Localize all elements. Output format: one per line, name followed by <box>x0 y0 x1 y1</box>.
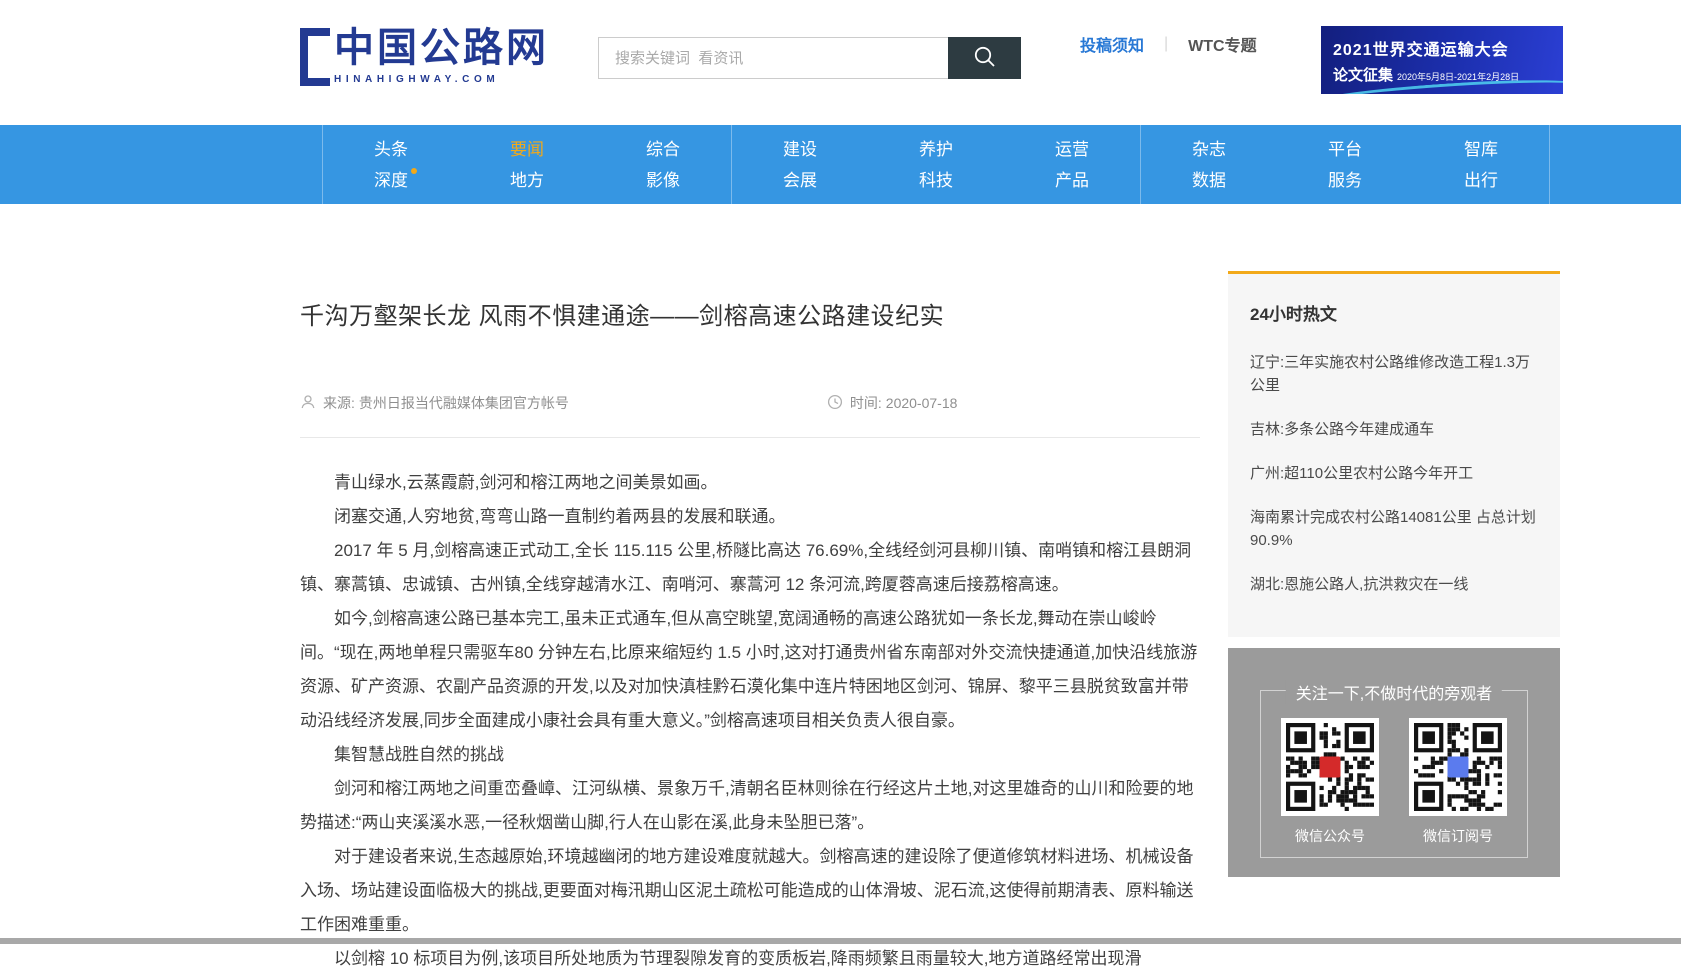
qr-code-subscription <box>1409 718 1507 816</box>
paragraph: 闭塞交通,人穷地贫,弯弯山路一直制约着两县的发展和联通。 <box>300 500 1200 534</box>
nav-label[interactable]: 智库 <box>1464 134 1498 165</box>
article-title: 千沟万壑架长龙 风雨不惧建通途——剑榕高速公路建设纪实 <box>300 296 1200 331</box>
page: 中国公路网 HINAHIGHWAY.COM 投稿须知 | WTC专题 2021世… <box>0 0 1681 944</box>
nav-item-zhiku-chuxing[interactable]: 智库 出行 <box>1413 125 1549 204</box>
nav-label[interactable]: 数据 <box>1192 165 1226 196</box>
logo-subtitle: HINAHIGHWAY.COM <box>334 74 549 85</box>
paragraph: 以剑榕 10 标项目为例,该项目所处地质为节理裂隙发育的变质板岩,降雨频繁且雨量… <box>300 942 1200 976</box>
nav-item-yunying-chanpin[interactable]: 运营 产品 <box>1004 125 1140 204</box>
hot-article-link[interactable]: 广州:超110公里农村公路今年开工 <box>1250 462 1536 485</box>
qr-code-official <box>1281 718 1379 816</box>
nav-item-yaowen-difang[interactable]: 要闻 地方 <box>459 125 595 204</box>
nav-item-jianshe-huizhan[interactable]: 建设 会展 <box>732 125 868 204</box>
nav-item-zonghe-yingxiang[interactable]: 综合 影像 <box>595 125 731 204</box>
wechat-subscription-account: 微信订阅号 <box>1409 718 1507 846</box>
header-links: 投稿须知 | WTC专题 <box>1080 32 1257 56</box>
conference-banner[interactable]: 2021世界交通运输大会 论文征集2020年5月8日-2021年2月28日 <box>1321 26 1563 94</box>
search-input[interactable] <box>598 37 948 79</box>
search-icon <box>972 44 998 73</box>
nav-label[interactable]: 地方 <box>510 165 544 196</box>
nav-group-3: 杂志 数据 平台 服务 智库 出行 <box>1140 125 1550 204</box>
nav-label[interactable]: 平台 <box>1328 134 1362 165</box>
nav-label-active[interactable]: 要闻 <box>510 134 544 165</box>
nav-label[interactable]: 综合 <box>646 134 680 165</box>
hot-article-link[interactable]: 辽宁:三年实施农村公路维修改造工程1.3万公里 <box>1250 351 1536 397</box>
nav-label[interactable]: 养护 <box>919 134 953 165</box>
nav-item-yanghu-keji[interactable]: 养护 科技 <box>868 125 1004 204</box>
paragraph: 集智慧战胜自然的挑战 <box>300 738 1200 772</box>
person-icon <box>300 394 323 413</box>
wtc-topic-link[interactable]: WTC专题 <box>1188 32 1256 56</box>
time-label: 时间: <box>850 393 882 413</box>
wechat-follow-panel: 关注一下,不做时代的旁观者 微信公众号 微信订阅号 <box>1228 648 1560 877</box>
nav-item-toutiao-shendu[interactable]: 头条 深度 <box>323 125 459 204</box>
search-button[interactable] <box>948 37 1021 79</box>
source-value: 贵州日报当代融媒体集团官方帐号 <box>359 393 569 413</box>
paragraph: 青山绿水,云蒸霞蔚,剑河和榕江两地之间美景如画。 <box>300 466 1200 500</box>
article-body: 青山绿水,云蒸霞蔚,剑河和榕江两地之间美景如画。 闭塞交通,人穷地贫,弯弯山路一… <box>300 466 1200 976</box>
paragraph: 2017 年 5 月,剑榕高速正式动工,全长 115.115 公里,桥隧比高达 … <box>300 534 1200 602</box>
nav-label[interactable]: 建设 <box>783 134 817 165</box>
hot-article-link[interactable]: 湖北:恩施公路人,抗洪救灾在一线 <box>1250 573 1536 596</box>
article-meta: 来源: 贵州日报当代融媒体集团官方帐号 时间: 2020-07-18 <box>300 393 1200 413</box>
clock-icon <box>827 394 850 413</box>
banner-title: 2021世界交通运输大会 <box>1333 36 1563 60</box>
hot-articles-title: 24小时热文 <box>1250 300 1536 325</box>
hot-article-link[interactable]: 吉林:多条公路今年建成通车 <box>1250 418 1536 441</box>
source-label: 来源: <box>323 393 355 413</box>
new-dot-icon <box>411 168 417 174</box>
nav-label[interactable]: 杂志 <box>1192 134 1226 165</box>
next-section-edge <box>0 938 1681 944</box>
nav-item-zazhi-shuju[interactable]: 杂志 数据 <box>1141 125 1277 204</box>
nav-label[interactable]: 出行 <box>1464 165 1498 196</box>
nav-group-2: 建设 会展 养护 科技 运营 产品 <box>731 125 1140 204</box>
nav-label[interactable]: 头条 <box>374 134 408 165</box>
qr-label: 微信订阅号 <box>1423 826 1493 846</box>
nav-group-1: 头条 深度 要闻 地方 综合 影像 <box>322 125 731 204</box>
nav-item-pingtai-fuwu[interactable]: 平台 服务 <box>1277 125 1413 204</box>
follow-frame: 关注一下,不做时代的旁观者 微信公众号 微信订阅号 <box>1260 690 1528 858</box>
main-nav: 头条 深度 要闻 地方 综合 影像 建设 会展 养护 <box>0 125 1681 204</box>
nav-label[interactable]: 产品 <box>1055 165 1089 196</box>
hot-articles-panel: 24小时热文 辽宁:三年实施农村公路维修改造工程1.3万公里 吉林:多条公路今年… <box>1228 271 1560 637</box>
logo-bracket-icon <box>300 28 330 86</box>
header: 中国公路网 HINAHIGHWAY.COM 投稿须知 | WTC专题 2021世… <box>0 0 1681 125</box>
nav-label[interactable]: 运营 <box>1055 134 1089 165</box>
submission-notice-link[interactable]: 投稿须知 <box>1080 32 1144 56</box>
nav-label[interactable]: 会展 <box>783 165 817 196</box>
article-time: 时间: 2020-07-18 <box>827 393 958 413</box>
nav-label[interactable]: 深度 <box>374 165 408 196</box>
nav-label[interactable]: 影像 <box>646 165 680 196</box>
article-source: 来源: 贵州日报当代融媒体集团官方帐号 <box>300 393 569 413</box>
paragraph: 对于建设者来说,生态越原始,环境越幽闭的地方建设难度就越大。剑榕高速的建设除了便… <box>300 840 1200 942</box>
follow-title: 关注一下,不做时代的旁观者 <box>1286 680 1502 704</box>
qr-label: 微信公众号 <box>1295 826 1365 846</box>
paragraph: 剑河和榕江两地之间重峦叠嶂、江河纵横、景象万千,清朝名臣林则徐在行经这片土地,对… <box>300 772 1200 840</box>
search-bar <box>598 37 1021 79</box>
site-logo[interactable]: 中国公路网 HINAHIGHWAY.COM <box>300 24 549 86</box>
header-links-separator: | <box>1164 35 1168 53</box>
nav-label[interactable]: 服务 <box>1328 165 1362 196</box>
hot-article-link[interactable]: 海南累计完成农村公路14081公里 占总计划90.9% <box>1250 506 1536 552</box>
article-divider <box>300 437 1200 438</box>
wechat-official-account: 微信公众号 <box>1281 718 1379 846</box>
time-value: 2020-07-18 <box>886 395 958 411</box>
nav-label[interactable]: 科技 <box>919 165 953 196</box>
paragraph: 如今,剑榕高速公路已基本完工,虽未正式通车,但从高空眺望,宽阔通畅的高速公路犹如… <box>300 602 1200 738</box>
logo-title: 中国公路网 <box>334 24 549 72</box>
article: 千沟万壑架长龙 风雨不惧建通途——剑榕高速公路建设纪实 来源: 贵州日报当代融媒… <box>300 296 1200 976</box>
